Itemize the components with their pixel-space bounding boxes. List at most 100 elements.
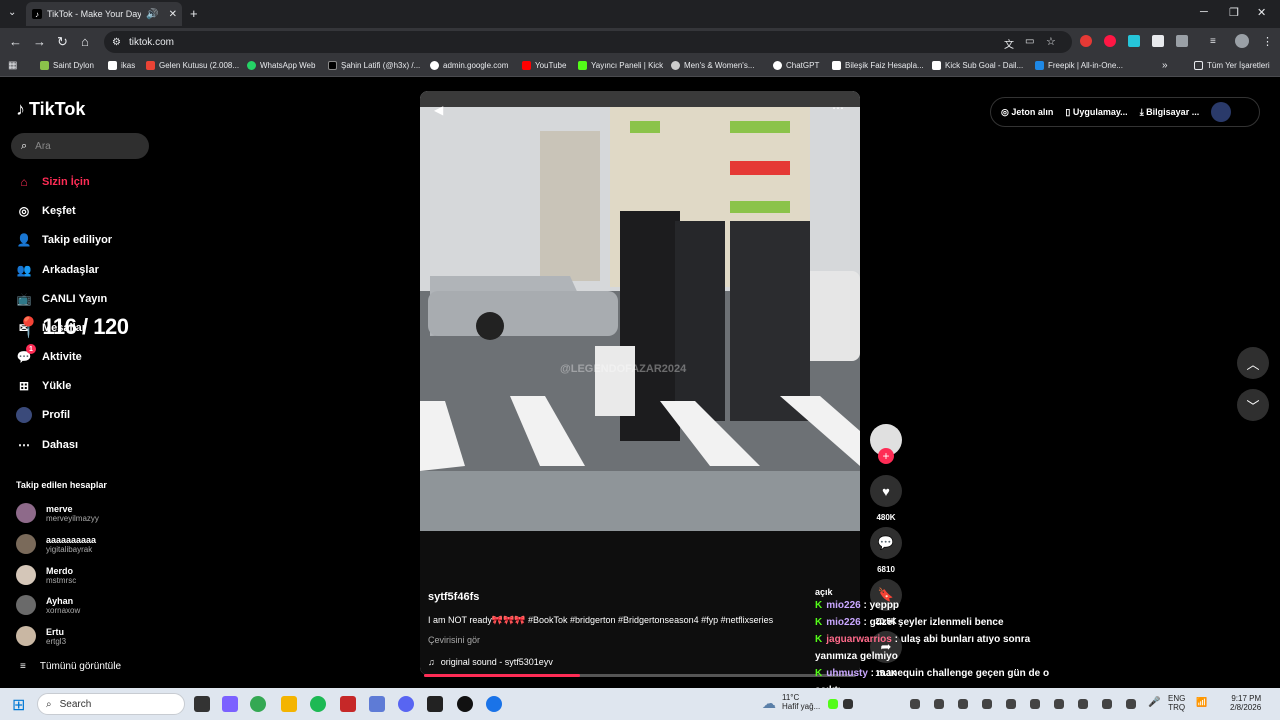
file-explorer-icon[interactable] [281, 696, 297, 712]
nav-friends[interactable]: 👥 Arkadaşlar [16, 261, 99, 279]
tray-app-icon[interactable] [843, 699, 853, 709]
translate-icon[interactable]: 文 [1004, 36, 1014, 51]
minimize-icon[interactable]: ─ [1200, 6, 1208, 18]
bookmark-item[interactable]: YouTube [522, 61, 566, 70]
reading-list-icon[interactable]: ≡ [1210, 36, 1216, 47]
microphone-icon[interactable]: 🎤 [1148, 697, 1160, 708]
windows-start-icon[interactable]: ⊞ [12, 695, 25, 715]
extension-icon[interactable] [1152, 35, 1164, 47]
copilot-icon[interactable] [222, 696, 238, 712]
site-info-icon[interactable]: ⚙ [112, 37, 121, 48]
tiktok-logo[interactable]: ♪ TikTok [16, 99, 85, 120]
search-box[interactable]: ⌕ [11, 133, 149, 159]
tray-app-icon[interactable] [1078, 699, 1088, 709]
extension-icon[interactable] [1080, 35, 1092, 47]
tray-app-icon[interactable] [1030, 699, 1040, 709]
get-coins-button[interactable]: ◎ Jeton alın [1001, 107, 1053, 118]
nav-more[interactable]: ⋯ Dahası [16, 436, 78, 454]
weather-widget[interactable]: 11°C Hafif yağ... [782, 693, 820, 711]
bookmark-item[interactable]: Saint Dylon [40, 61, 94, 70]
tab-close-icon[interactable]: ✕ [169, 9, 177, 20]
chrome-icon[interactable] [250, 696, 266, 712]
discord-icon[interactable] [398, 696, 414, 712]
bookmark-item[interactable]: Şahin Latifi (@h3x) /... [328, 61, 420, 70]
video-more-icon[interactable]: ⋯ [832, 101, 844, 115]
nav-upload[interactable]: ⊞ Yükle [16, 377, 71, 395]
new-tab-button[interactable]: + [190, 6, 198, 21]
bookmark-item[interactable]: Freepik | All-in-One... [1035, 61, 1123, 70]
bookmark-item[interactable]: Gelen Kutusu (2.008... [146, 61, 239, 70]
nav-live[interactable]: 📺 CANLI Yayın [16, 290, 108, 308]
taskbar-search[interactable]: ⌕ Search [37, 693, 185, 715]
like-button[interactable]: ♥ 480K [870, 475, 902, 522]
all-bookmarks[interactable]: Tüm Yer İşaretleri [1194, 61, 1270, 70]
desktop-app-button[interactable]: ⤓ Bilgisayar ... [1140, 107, 1200, 118]
followed-account[interactable]: Ayhan xornaxow [16, 595, 80, 615]
bookmark-item[interactable]: ChatGPT [773, 61, 819, 70]
url-field[interactable]: ⚙ tiktok.com [104, 31, 1072, 53]
followed-account[interactable]: aaaaaaaaaa yigitalibayrak [16, 534, 96, 554]
bookmark-item[interactable]: admin.google.com [430, 61, 508, 70]
previous-video-button[interactable]: ︿ [1237, 347, 1269, 379]
apps-grid-icon[interactable]: ▦ [8, 60, 17, 71]
tray-app-icon[interactable] [1126, 699, 1136, 709]
search-input[interactable] [35, 140, 136, 152]
tray-app-icon[interactable] [934, 699, 944, 709]
tray-app-icon[interactable] [958, 699, 968, 709]
task-view-icon[interactable] [194, 696, 210, 712]
bookmark-item[interactable]: WhatsApp Web [247, 61, 315, 70]
app-icon[interactable] [369, 696, 385, 712]
bookmark-item[interactable]: Bileşik Faiz Hesapla... [832, 61, 924, 70]
tray-app-icon[interactable] [1102, 699, 1112, 709]
app-icon[interactable] [340, 696, 356, 712]
tray-app-icon[interactable] [1054, 699, 1064, 709]
sound-link[interactable]: ♫ original sound - sytf5301eyv [428, 657, 848, 667]
tray-app-icon[interactable] [982, 699, 992, 709]
comment-button[interactable]: 💬 6810 [870, 527, 902, 574]
spotify-icon[interactable] [310, 696, 326, 712]
followed-account[interactable]: merve merveyilmazyy [16, 503, 99, 523]
bookmark-star-icon[interactable]: ☆ [1046, 35, 1056, 48]
video-username[interactable]: sytf5f46fs [428, 591, 848, 603]
back-icon[interactable]: ← [9, 34, 22, 49]
profile-avatar[interactable] [1211, 102, 1232, 122]
menu-icon[interactable]: ⋮ [1262, 35, 1273, 48]
followed-account[interactable]: Ertu ertgl3 [16, 626, 66, 646]
language-indicator[interactable]: ENG TRQ [1168, 694, 1185, 712]
extension-icon[interactable] [1104, 35, 1116, 47]
obs-icon[interactable] [457, 696, 473, 712]
get-app-button[interactable]: ▯ Uygulamay... [1065, 107, 1127, 118]
home-icon[interactable]: ⌂ [81, 34, 89, 49]
nav-explore[interactable]: ◎ Keşfet [16, 202, 76, 220]
extensions-puzzle-icon[interactable] [1176, 35, 1188, 47]
profile-avatar[interactable] [1235, 34, 1249, 48]
video-player[interactable]: ◀ ⋯ @LEGENDOFAZAR2024 [420, 91, 860, 675]
translate-link[interactable]: Çevirisini gör [428, 635, 848, 645]
mute-icon[interactable]: ◀ [434, 103, 443, 117]
tab-audio-icon[interactable]: 🔊 [146, 9, 158, 20]
tray-app-icon[interactable] [910, 699, 920, 709]
clock[interactable]: 9:17 PM 2/8/2026 [1230, 694, 1261, 712]
tray-app-icon[interactable] [1006, 699, 1016, 709]
nav-profile[interactable]: Profil [16, 406, 70, 424]
window-close-icon[interactable]: ✕ [1257, 6, 1266, 19]
tray-app-icon[interactable] [828, 699, 838, 709]
browser-tab[interactable]: ♪ TikTok - Make Your Day 🔊 ✕ [26, 2, 182, 26]
follow-plus-icon[interactable]: + [878, 448, 894, 464]
bookmark-item[interactable]: ikas [108, 61, 135, 70]
nav-following[interactable]: 👤 Takip ediliyor [16, 231, 113, 249]
next-video-button[interactable]: ﹀ [1237, 389, 1269, 421]
terminal-icon[interactable] [427, 696, 443, 712]
video-progress-bar[interactable] [424, 674, 856, 677]
extension-icon[interactable] [1128, 35, 1140, 47]
bookmark-item[interactable]: Men's & Women's... [671, 61, 754, 70]
nav-activity[interactable]: 💬 1 Aktivite [16, 344, 82, 366]
wifi-icon[interactable]: 📶 [1196, 697, 1207, 708]
bookmark-item[interactable]: Kick Sub Goal - Dail... [932, 61, 1023, 70]
nav-for-you[interactable]: ⌂ Sizin İçin [16, 173, 89, 191]
restore-icon[interactable]: ❐ [1229, 6, 1239, 19]
cast-icon[interactable]: ▭ [1025, 36, 1034, 47]
more-bookmarks-icon[interactable]: » [1162, 60, 1168, 71]
show-all-link[interactable]: ≡ Tümünü görüntüle [20, 661, 121, 672]
reload-icon[interactable]: ↻ [57, 34, 68, 50]
